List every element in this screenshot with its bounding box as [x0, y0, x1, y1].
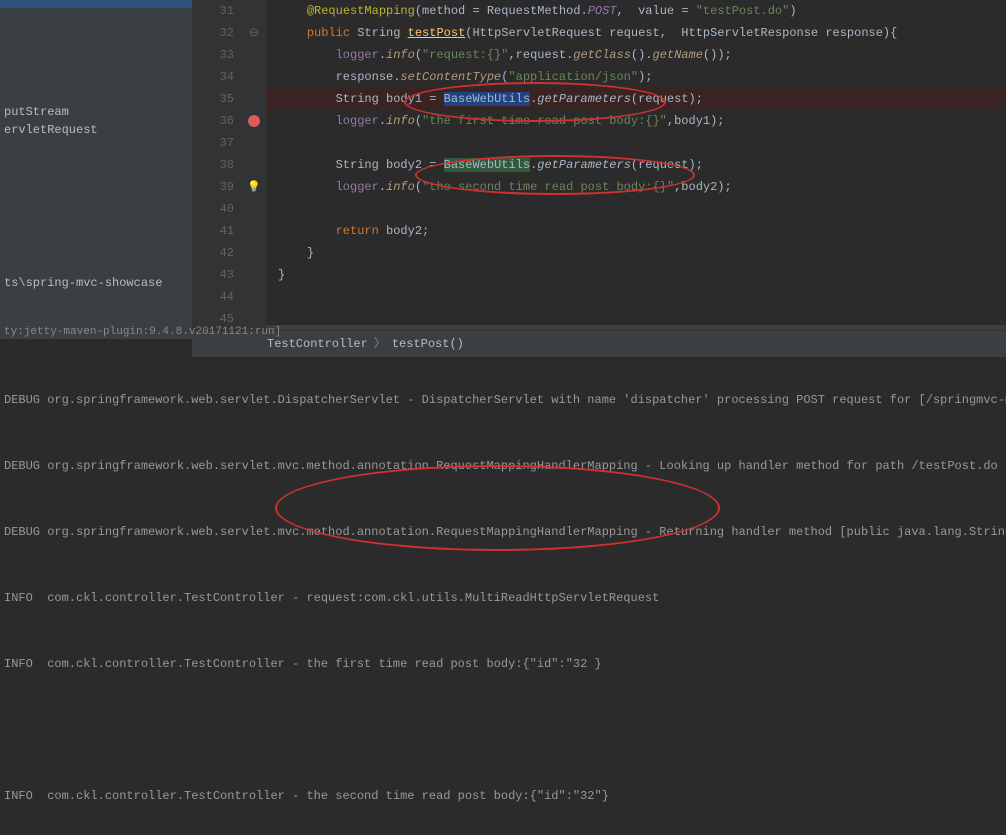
line-number[interactable]: 40 — [192, 198, 234, 220]
breadcrumb[interactable]: TestController 〉 testPost() — [192, 330, 1006, 357]
line-number[interactable]: 42 — [192, 242, 234, 264]
code-line[interactable]: } — [266, 264, 1006, 286]
console-line: DEBUG org.springframework.web.servlet.mv… — [4, 455, 1002, 477]
line-number[interactable]: 37 — [192, 132, 234, 154]
console-line: INFO com.ckl.controller.TestController -… — [4, 653, 1002, 675]
line-number[interactable]: 41 — [192, 220, 234, 242]
line-number[interactable]: 34 — [192, 66, 234, 88]
line-number[interactable]: 38 — [192, 154, 234, 176]
line-number[interactable]: 35 — [192, 88, 234, 110]
code-line[interactable]: logger.info("the first time read post bo… — [266, 110, 1006, 132]
line-number[interactable]: 33 — [192, 44, 234, 66]
console-line — [4, 719, 1002, 741]
code-line[interactable] — [266, 286, 1006, 308]
breakpoint-icon[interactable] — [248, 115, 260, 127]
line-gutter[interactable]: 31 32 33 34 35 36 37 38 39 40 41 42 43 4… — [192, 0, 242, 330]
console-output[interactable]: DEBUG org.springframework.web.servlet.Di… — [0, 339, 1006, 835]
console-line: INFO com.ckl.controller.TestController -… — [4, 785, 1002, 807]
code-line[interactable]: public String testPost(HttpServletReques… — [266, 22, 1006, 44]
code-line[interactable]: return body2; — [266, 220, 1006, 242]
gutter-icons: ⊖ 💡 — [242, 0, 266, 330]
line-number[interactable]: 31 — [192, 0, 234, 22]
panel-header — [0, 0, 192, 8]
line-number[interactable]: 44 — [192, 286, 234, 308]
breadcrumb-item[interactable]: TestController — [267, 337, 368, 351]
tree-item[interactable]: putStream — [0, 103, 192, 121]
code-line[interactable]: response.setContentType("application/jso… — [266, 66, 1006, 88]
code-line[interactable]: @RequestMapping(method = RequestMethod.P… — [266, 0, 1006, 22]
code-line[interactable]: } — [266, 242, 1006, 264]
code-line[interactable] — [266, 132, 1006, 154]
console-line: DEBUG org.springframework.web.servlet.Di… — [4, 389, 1002, 411]
project-panel[interactable]: putStream ervletRequest ts\spring-mvc-sh… — [0, 0, 192, 325]
code-line[interactable]: String body1 = BaseWebUtils.getParameter… — [266, 88, 1006, 110]
code-content[interactable]: @RequestMapping(method = RequestMethod.P… — [266, 0, 1006, 330]
line-number[interactable]: 32 — [192, 22, 234, 44]
code-line[interactable]: logger.info("the second time read post b… — [266, 176, 1006, 198]
tree-item[interactable]: ervletRequest — [0, 121, 192, 139]
bulb-icon[interactable]: 💡 — [247, 182, 261, 194]
code-line[interactable]: logger.info("request:{}",request.getClas… — [266, 44, 1006, 66]
collapse-icon[interactable]: ⊖ — [242, 22, 266, 44]
code-line[interactable] — [266, 198, 1006, 220]
line-number[interactable]: 43 — [192, 264, 234, 286]
editor[interactable]: 31 32 33 34 35 36 37 38 39 40 41 42 43 4… — [192, 0, 1006, 325]
console-line: DEBUG org.springframework.web.servlet.mv… — [4, 521, 1002, 543]
breadcrumb-item[interactable]: testPost() — [392, 337, 464, 351]
code-line[interactable]: String body2 = BaseWebUtils.getParameter… — [266, 154, 1006, 176]
console-line: INFO com.ckl.controller.TestController -… — [4, 587, 1002, 609]
line-number[interactable]: 39 — [192, 176, 234, 198]
chevron-right-icon: 〉 — [374, 337, 386, 351]
line-number[interactable]: 36 — [192, 110, 234, 132]
tree-item[interactable]: ts\spring-mvc-showcase — [0, 274, 192, 292]
